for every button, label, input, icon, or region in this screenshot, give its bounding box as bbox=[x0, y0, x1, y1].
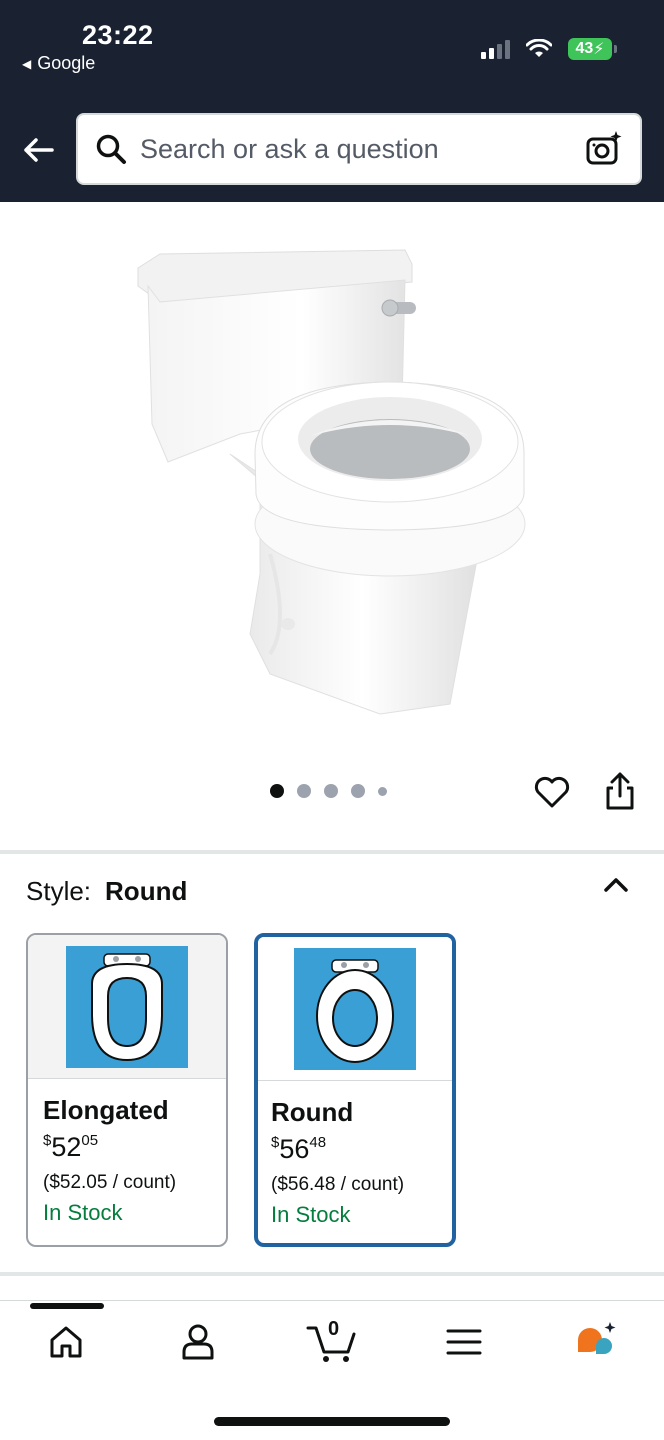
style-option-price: $5648 bbox=[271, 1134, 327, 1164]
carousel-dot[interactable] bbox=[378, 786, 387, 796]
product-image-carousel[interactable] bbox=[0, 202, 664, 847]
share-icon[interactable] bbox=[600, 770, 640, 812]
style-option-elongated[interactable]: Elongated $5205 ($52.05 / count) In Stoc… bbox=[26, 933, 228, 1247]
battery-icon: 43 ⚡ bbox=[568, 38, 617, 60]
home-indicator bbox=[214, 1417, 450, 1426]
chevron-up-icon[interactable] bbox=[600, 872, 632, 896]
elongated-seat-icon bbox=[91, 952, 163, 1061]
carousel-dot[interactable] bbox=[297, 784, 311, 798]
style-option-round[interactable]: Round $5648 ($56.48 / count) In Stock bbox=[254, 933, 456, 1247]
search-input[interactable]: Search or ask a question bbox=[140, 134, 584, 165]
style-option-image bbox=[258, 937, 452, 1081]
home-icon[interactable] bbox=[44, 1320, 88, 1364]
cellular-signal-icon bbox=[481, 39, 510, 59]
style-selector-header: Style: Round bbox=[26, 876, 187, 907]
style-option-price: $5205 bbox=[43, 1132, 99, 1162]
style-option-name: Elongated bbox=[43, 1095, 169, 1125]
heart-icon[interactable] bbox=[532, 772, 572, 812]
style-option-stock: In Stock bbox=[271, 1202, 351, 1227]
style-label: Style: bbox=[26, 876, 92, 906]
product-image bbox=[137, 249, 526, 715]
back-arrow-icon[interactable] bbox=[18, 130, 58, 170]
style-option-name: Round bbox=[271, 1097, 354, 1127]
account-icon[interactable] bbox=[176, 1320, 220, 1364]
back-app-label: Google bbox=[37, 53, 96, 73]
cart-button[interactable]: 0 bbox=[306, 1318, 360, 1364]
style-option-unit-price: ($52.05 / count) bbox=[43, 1172, 177, 1193]
status-time: 23:22 bbox=[82, 20, 154, 50]
style-option-unit-price: ($56.48 / count) bbox=[271, 1174, 405, 1195]
rufus-icon[interactable] bbox=[574, 1320, 618, 1364]
back-to-app-link[interactable]: ◀ Google bbox=[22, 53, 95, 74]
cart-count: 0 bbox=[328, 1318, 340, 1340]
camera-search-icon[interactable] bbox=[584, 129, 624, 169]
style-selected-value: Round bbox=[105, 876, 188, 906]
carousel-dot[interactable] bbox=[351, 784, 365, 798]
status-icons: 43 ⚡ bbox=[481, 38, 617, 60]
carousel-dots[interactable] bbox=[270, 784, 387, 798]
search-icon bbox=[96, 134, 126, 164]
wifi-icon bbox=[526, 39, 552, 57]
back-triangle-icon: ◀ bbox=[22, 56, 32, 71]
style-option-image bbox=[28, 935, 226, 1079]
active-tab-indicator bbox=[30, 1303, 104, 1309]
round-seat-icon bbox=[316, 958, 394, 1063]
section-divider bbox=[0, 1272, 664, 1276]
carousel-dot[interactable] bbox=[270, 784, 284, 798]
menu-icon[interactable] bbox=[442, 1320, 486, 1364]
style-option-stock: In Stock bbox=[43, 1200, 123, 1225]
carousel-dot[interactable] bbox=[324, 784, 338, 798]
app-header: 23:22 ◀ Google 43 ⚡ Search or ask a quest… bbox=[0, 0, 664, 202]
search-bar[interactable]: Search or ask a question bbox=[76, 113, 642, 185]
section-divider bbox=[0, 850, 664, 854]
